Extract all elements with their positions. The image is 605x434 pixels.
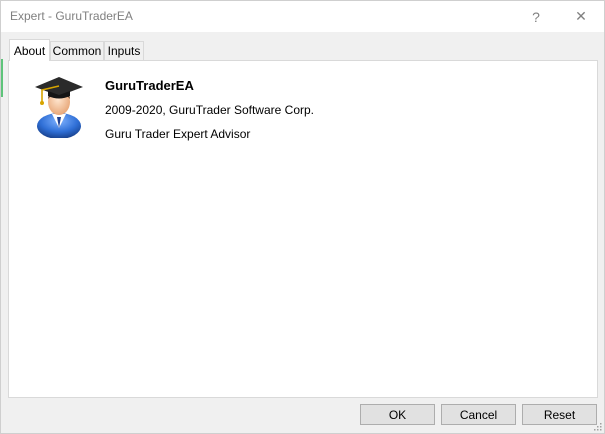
window-title: Expert - GuruTraderEA bbox=[10, 9, 133, 23]
tab-common[interactable]: Common bbox=[50, 41, 104, 60]
close-icon: ✕ bbox=[575, 8, 587, 24]
tab-about-label: About bbox=[13, 43, 46, 58]
graduate-advisor-icon bbox=[35, 77, 83, 138]
close-button[interactable]: ✕ bbox=[558, 1, 604, 32]
tab-inputs[interactable]: Inputs bbox=[104, 41, 144, 60]
resize-grip-icon[interactable] bbox=[592, 421, 602, 431]
cancel-button[interactable]: Cancel bbox=[441, 404, 516, 425]
about-panel: GuruTraderEA 2009-2020, GuruTrader Softw… bbox=[8, 60, 598, 398]
left-edge-accent bbox=[1, 59, 3, 97]
reset-button[interactable]: Reset bbox=[522, 404, 597, 425]
help-icon: ? bbox=[532, 8, 540, 25]
expert-name: GuruTraderEA bbox=[105, 78, 194, 93]
description-text: Guru Trader Expert Advisor bbox=[105, 127, 251, 141]
expert-dialog: Expert - GuruTraderEA ? ✕ About Common I… bbox=[0, 0, 605, 434]
tab-common-label: Common bbox=[52, 44, 102, 58]
ok-button[interactable]: OK bbox=[360, 404, 435, 425]
tab-about[interactable]: About bbox=[9, 39, 50, 61]
help-button[interactable]: ? bbox=[513, 1, 559, 32]
title-bar[interactable]: Expert - GuruTraderEA ? ✕ bbox=[1, 1, 604, 32]
tab-inputs-label: Inputs bbox=[107, 44, 141, 58]
copyright-text: 2009-2020, GuruTrader Software Corp. bbox=[105, 103, 314, 117]
